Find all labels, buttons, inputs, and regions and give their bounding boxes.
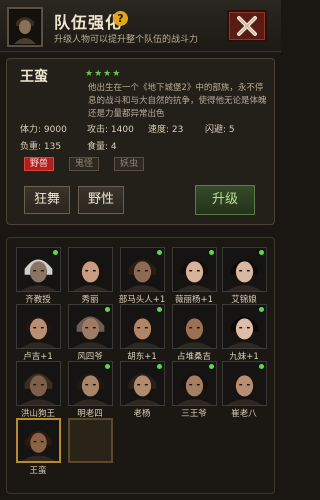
stat-food: 食量: 4 [87, 142, 117, 152]
character-portrait-icon [17, 305, 60, 348]
tag-ghost[interactable]: 鬼怪 [69, 157, 99, 171]
page-title: 队伍强化 [54, 13, 123, 32]
page-subtitle: 升级人物可以提升整个队伍的战斗力 [54, 35, 199, 45]
active-status-dot [53, 250, 58, 255]
stat-dodge: 闪避: 5 [205, 125, 235, 135]
character-portrait-icon [17, 362, 60, 405]
roster-member-name: 崔老八 [231, 409, 257, 419]
close-icon [237, 16, 257, 36]
empty-roster-slot[interactable] [68, 418, 113, 463]
roster-member-card[interactable] [68, 304, 113, 349]
active-status-dot [209, 250, 214, 255]
active-status-dot [209, 364, 214, 369]
roster-member-card[interactable] [172, 304, 217, 349]
stat-load: 负重: 135 [20, 142, 62, 152]
roster-member-name: 王蛮 [29, 466, 47, 476]
roster-member-card[interactable] [68, 247, 113, 292]
hero-name: 王蛮 [20, 69, 48, 85]
header-bar: 队伍强化 ? 升级人物可以提升整个队伍的战斗力 [0, 0, 281, 52]
active-status-dot [259, 250, 264, 255]
roster-member-name: 三王爷 [181, 409, 207, 419]
roster-member-card[interactable] [120, 361, 165, 406]
tag-insect[interactable]: 妖虫 [114, 157, 144, 171]
active-status-dot [259, 307, 264, 312]
roster-member-card[interactable] [222, 247, 267, 292]
stat-attack: 攻击: 1400 [87, 125, 134, 135]
roster-member-card[interactable] [222, 361, 267, 406]
roster-member-card[interactable] [16, 418, 61, 463]
tag-beast[interactable]: 野兽 [24, 157, 54, 171]
active-status-dot [105, 364, 110, 369]
player-avatar[interactable] [7, 7, 43, 47]
help-button[interactable]: ? [113, 11, 128, 26]
roster-member-card[interactable] [16, 304, 61, 349]
active-status-dot [157, 307, 162, 312]
roster-member-card[interactable] [120, 304, 165, 349]
roster-member-card[interactable] [68, 361, 113, 406]
survivor-portrait-icon [10, 10, 40, 44]
character-portrait-icon [69, 248, 112, 291]
roster-member-card[interactable] [172, 247, 217, 292]
active-status-dot [105, 307, 110, 312]
stat-speed: 速度: 23 [148, 125, 184, 135]
active-status-dot [259, 364, 264, 369]
close-button[interactable] [227, 10, 267, 42]
roster-member-card[interactable] [120, 247, 165, 292]
roster-member-card[interactable] [16, 361, 61, 406]
skill-button-frenzy[interactable]: 狂舞 [24, 186, 70, 214]
character-portrait-icon [173, 305, 216, 348]
skill-button-wild[interactable]: 野性 [78, 186, 124, 214]
character-portrait-icon [18, 420, 59, 461]
hero-star-rating: ★★★★ [85, 69, 122, 79]
roster-member-card[interactable] [16, 247, 61, 292]
hero-description: 他出生在一个《地下城堡2》中的部族，永不停息的战斗和与大自然的抗争，使得他无论是… [88, 83, 267, 119]
stat-hp: 体力: 9000 [20, 125, 67, 135]
roster-member-name: 老杨 [133, 409, 151, 419]
roster-member-card[interactable] [172, 361, 217, 406]
roster-member-card[interactable] [222, 304, 267, 349]
active-status-dot [157, 250, 162, 255]
active-status-dot [157, 364, 162, 369]
upgrade-button[interactable]: 升级 [195, 185, 255, 215]
